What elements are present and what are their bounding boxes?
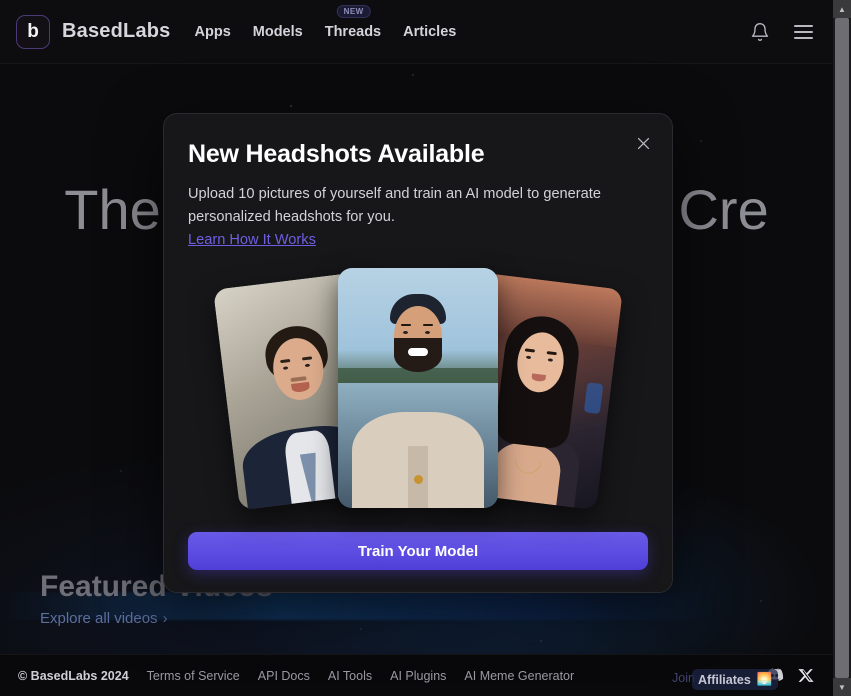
modal-title: New Headshots Available xyxy=(188,140,485,168)
modal-description: Upload 10 pictures of yourself and train… xyxy=(188,186,601,226)
scroll-up-arrow-icon[interactable]: ▲ xyxy=(833,0,851,18)
train-your-model-button[interactable]: Train Your Model xyxy=(188,532,648,570)
scroll-down-arrow-icon[interactable]: ▼ xyxy=(833,678,851,696)
page-root: b BasedLabs Apps Models NEW Threads Arti… xyxy=(0,0,851,696)
headshots-promo-modal: New Headshots Available Upload 10 pictur… xyxy=(163,113,673,593)
learn-how-it-works-link[interactable]: Learn How It Works xyxy=(188,232,648,248)
headshot-collage xyxy=(188,266,648,518)
scrollbar-thumb[interactable] xyxy=(835,18,849,678)
modal-overlay: New Headshots Available Upload 10 pictur… xyxy=(0,0,851,696)
headshot-photo-center xyxy=(338,267,498,508)
close-icon[interactable] xyxy=(628,128,658,158)
vertical-scrollbar[interactable]: ▲ ▼ xyxy=(833,0,851,696)
